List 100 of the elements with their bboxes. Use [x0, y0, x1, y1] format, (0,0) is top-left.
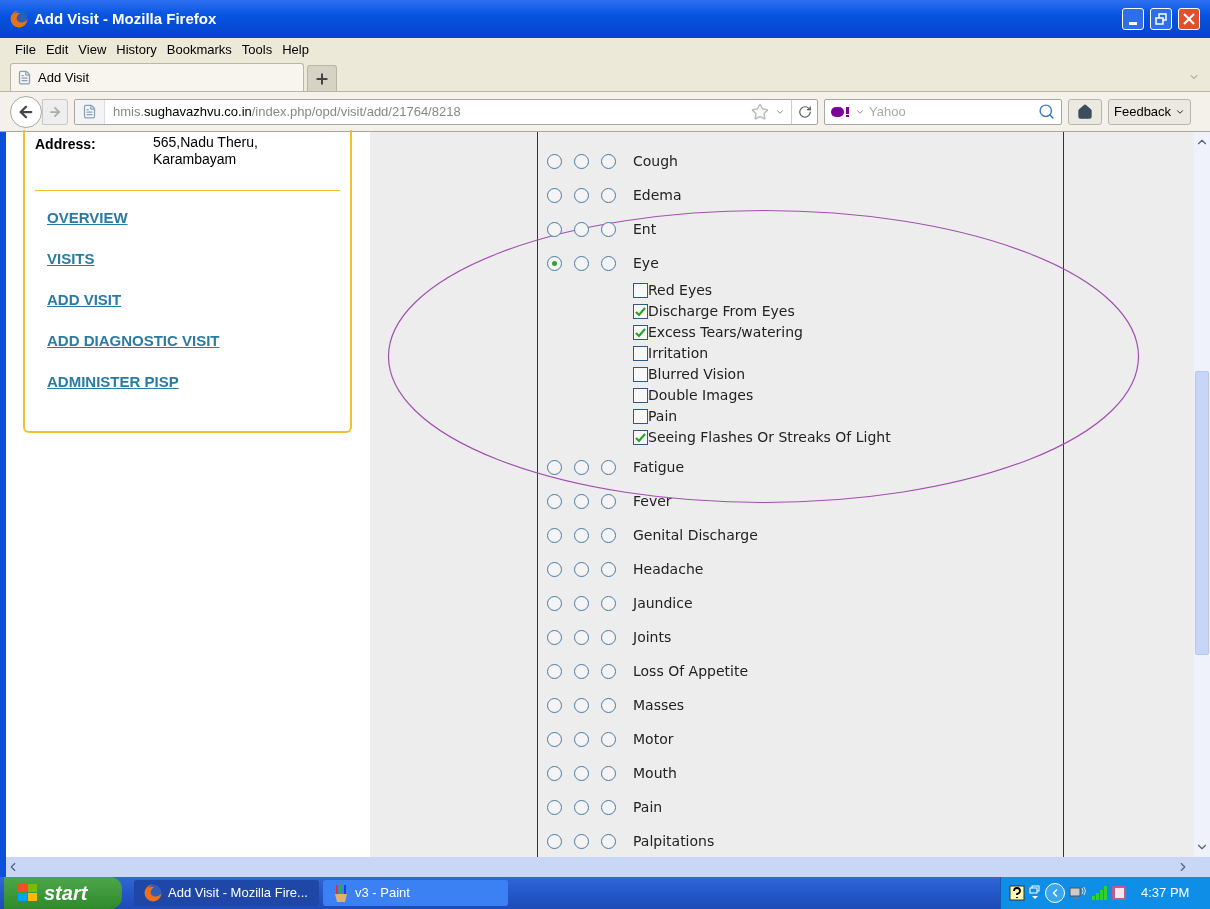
radio-button[interactable]: [574, 833, 589, 849]
radio-button[interactable]: [547, 731, 562, 747]
checkbox-label: Blurred Vision: [648, 365, 746, 384]
bookmark-star-icon[interactable]: [751, 102, 769, 121]
radio-button[interactable]: [574, 527, 589, 543]
radio-button[interactable]: [574, 561, 589, 577]
menu-item[interactable]: View: [75, 40, 110, 60]
search-input[interactable]: Yahoo: [869, 101, 1034, 122]
radio-button[interactable]: [574, 663, 589, 679]
radio-button[interactable]: [601, 663, 616, 679]
radio-button[interactable]: [601, 697, 616, 713]
notes-app-icon[interactable]: [1111, 885, 1127, 901]
radio-button[interactable]: [547, 595, 562, 611]
radio-button[interactable]: [574, 595, 589, 611]
vertical-scrollbar[interactable]: [1194, 132, 1210, 857]
new-tab-button[interactable]: [307, 65, 337, 91]
radio-button[interactable]: [574, 255, 589, 271]
restore-button[interactable]: [1150, 8, 1172, 30]
radio-button[interactable]: [547, 255, 562, 271]
radio-button[interactable]: [601, 799, 616, 815]
back-button[interactable]: [10, 95, 42, 128]
radio-button[interactable]: [547, 833, 562, 849]
radio-button[interactable]: [601, 833, 616, 849]
radio-button[interactable]: [547, 629, 562, 645]
menu-item[interactable]: History: [113, 40, 160, 60]
checkbox[interactable]: [633, 304, 648, 319]
address-field[interactable]: hmis.sughavazhvu.co.in/index.php/opd/visit/add/21764/8218: [74, 98, 818, 125]
radio-button[interactable]: [601, 731, 616, 747]
radio-button[interactable]: [601, 629, 616, 645]
browser-tab[interactable]: Add Visit: [10, 63, 304, 91]
radio-button[interactable]: [574, 629, 589, 645]
minimize-button[interactable]: [1122, 8, 1144, 30]
radio-button[interactable]: [601, 765, 616, 781]
radio-button[interactable]: [547, 459, 562, 475]
checkbox[interactable]: [633, 430, 648, 445]
radio-button[interactable]: [601, 187, 616, 203]
start-button[interactable]: start: [4, 877, 122, 909]
help-icon[interactable]: [1009, 885, 1025, 901]
radio-button[interactable]: [574, 493, 589, 509]
scroll-thumb[interactable]: [1195, 371, 1209, 655]
radio-button[interactable]: [601, 527, 616, 543]
nav-link[interactable]: ADMINISTER PISP: [47, 372, 179, 392]
reload-icon[interactable]: [797, 104, 812, 119]
radio-button[interactable]: [601, 493, 616, 509]
taskbar-button[interactable]: v3 - Paint: [323, 880, 508, 906]
checkbox[interactable]: [633, 388, 648, 403]
radio-button[interactable]: [547, 493, 562, 509]
radio-button[interactable]: [547, 663, 562, 679]
checkbox[interactable]: [633, 367, 648, 382]
checkbox[interactable]: [633, 283, 648, 298]
windows-flag-icon: [18, 884, 38, 902]
nav-link[interactable]: OVERVIEW: [47, 208, 128, 228]
radio-button[interactable]: [574, 153, 589, 169]
radio-button[interactable]: [547, 765, 562, 781]
radio-button[interactable]: [574, 731, 589, 747]
radio-button[interactable]: [601, 561, 616, 577]
radio-button[interactable]: [601, 595, 616, 611]
nav-link[interactable]: ADD VISIT: [47, 290, 122, 310]
browser-logo-icon: [10, 10, 28, 28]
radio-button[interactable]: [547, 153, 562, 169]
close-button[interactable]: [1178, 8, 1200, 30]
checkbox-label: Pain: [648, 407, 678, 426]
search-field[interactable]: Yahoo: [824, 98, 1062, 125]
menu-item[interactable]: Bookmarks: [163, 40, 235, 60]
radio-button[interactable]: [547, 221, 562, 237]
radio-button[interactable]: [547, 527, 562, 543]
address-value: 565,Nadu Theru,: [153, 134, 258, 151]
taskbar-button[interactable]: Add Visit - Mozilla Fire...: [134, 880, 319, 906]
radio-button[interactable]: [574, 187, 589, 203]
checkbox[interactable]: [633, 325, 648, 340]
radio-button[interactable]: [547, 697, 562, 713]
radio-button[interactable]: [547, 187, 562, 203]
feedback-button[interactable]: Feedback: [1108, 98, 1192, 125]
search-icon[interactable]: [1038, 103, 1055, 120]
radio-button[interactable]: [574, 697, 589, 713]
nav-link[interactable]: ADD DIAGNOSTIC VISIT: [47, 331, 220, 351]
horizontal-scrollbar[interactable]: [0, 857, 1210, 877]
nav-link[interactable]: VISITS: [47, 249, 95, 269]
home-button[interactable]: [1068, 98, 1102, 125]
radio-button[interactable]: [574, 765, 589, 781]
radio-button[interactable]: [547, 799, 562, 815]
checkbox[interactable]: [633, 346, 648, 361]
signal-bars-icon[interactable]: [1091, 885, 1107, 901]
radio-button[interactable]: [574, 459, 589, 475]
menu-item[interactable]: Edit: [42, 40, 72, 60]
menu-item[interactable]: File: [12, 40, 39, 60]
radio-button[interactable]: [574, 799, 589, 815]
menu-item[interactable]: Help: [279, 40, 312, 60]
menu-item[interactable]: Tools: [238, 40, 276, 60]
network-icon[interactable]: [1069, 885, 1087, 901]
radio-button[interactable]: [547, 561, 562, 577]
checkbox[interactable]: [633, 409, 648, 424]
radio-button[interactable]: [601, 221, 616, 237]
radio-button[interactable]: [601, 255, 616, 271]
radio-button[interactable]: [574, 221, 589, 237]
radio-button[interactable]: [601, 153, 616, 169]
search-engine-icon[interactable]: [831, 105, 851, 118]
expand-tray-icon[interactable]: [1045, 883, 1065, 903]
symptom-label: Joints: [633, 627, 672, 647]
radio-button[interactable]: [601, 459, 616, 475]
